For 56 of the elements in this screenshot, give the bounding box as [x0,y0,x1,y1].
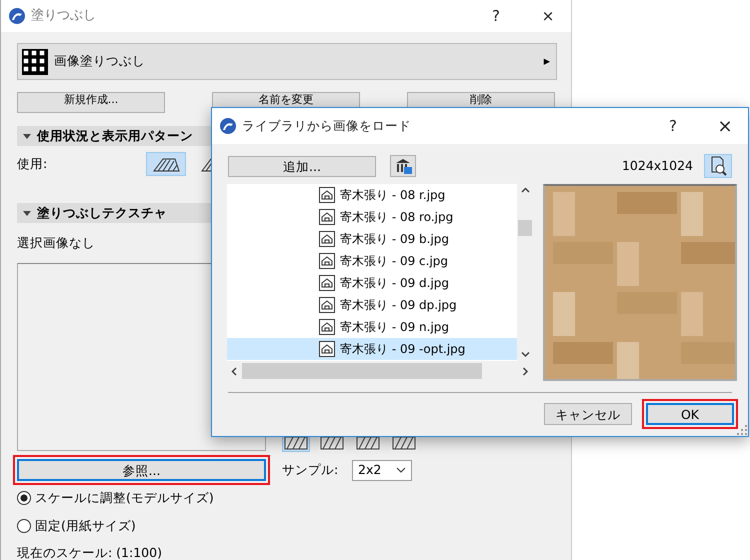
help-button[interactable]: ? [481,4,511,28]
fill-type-dropdown[interactable]: 画像塗りつぶし ▸ [17,43,557,80]
document-search-icon [710,156,726,176]
house-icon [319,187,335,203]
file-list-item[interactable]: 寄木張り - 08 r.jpg [227,184,517,206]
logo-icon [220,118,236,134]
scroll-down-icon[interactable] [520,351,530,358]
usage-toggle[interactable] [146,152,186,176]
file-list-item[interactable]: 寄木張り - 09 n.jpg [227,316,517,338]
scroll-thumb[interactable] [242,363,482,379]
scroll-up-icon[interactable] [520,187,530,194]
file-list-item[interactable]: 寄木張り - 09 dp.jpg [227,294,517,316]
grid-icon [22,48,48,74]
house-icon [319,253,335,269]
dialog-button[interactable]: キャンセル [544,403,632,425]
sample-select[interactable]: 2x2 [352,460,412,481]
caret-icon [396,466,406,474]
file-list-item[interactable]: 寄木張り - 09 c.jpg [227,250,517,272]
add-button[interactable]: 追加... [228,156,376,176]
close-button[interactable]: × [710,112,740,140]
radio-button[interactable] [17,491,31,506]
radio-label: 固定(用紙サイズ) [35,516,136,534]
collapse-triangle-icon[interactable] [23,132,31,140]
radio-label: スケールに調整(モデルサイズ) [35,488,214,507]
scroll-right-icon[interactable] [522,366,529,376]
building-icon [394,158,412,174]
window-title: 塗りつぶし [31,7,97,26]
file-list-item[interactable]: 寄木張り - 09 b.jpg [227,228,517,250]
close-button[interactable]: × [533,4,563,28]
radio-button[interactable] [17,518,31,533]
resolution-text: 1024x1024 [622,156,693,175]
scroll-left-icon[interactable] [231,366,238,376]
file-list-item[interactable]: 寄木張り - 09 d.jpg [227,272,517,294]
house-icon [319,231,335,247]
logo-icon [9,8,25,24]
house-icon [319,209,335,225]
file-list-item[interactable]: 寄木張り - 09 -opt.jpg [227,338,517,360]
library-button[interactable] [390,155,416,177]
dialog-title: ライブラリから画像をロード [242,116,412,135]
collapse-triangle-icon[interactable] [23,208,31,218]
house-icon [319,297,335,313]
house-icon [319,319,335,335]
file-list-item[interactable]: 寄木張り - 08 ro.jpg [227,206,517,228]
action-button[interactable]: 新規作成... [17,92,165,113]
help-button[interactable]: ? [658,114,688,138]
house-icon [319,341,335,357]
resize-grip-icon[interactable] [737,425,747,435]
scroll-thumb[interactable] [518,220,532,236]
status-text: 選択画像なし [17,234,95,252]
section-header: 塗りつぶしテクスチャ [37,204,167,222]
section-header: 使用状況と表示用パターン [37,126,193,145]
sample-label: サンプル: [282,460,340,479]
house-icon [319,275,335,291]
preview-info-button[interactable] [704,154,732,178]
current-scale-text: 現在のスケール: (1:100) [17,544,163,560]
usage-label: 使用: [17,154,48,173]
